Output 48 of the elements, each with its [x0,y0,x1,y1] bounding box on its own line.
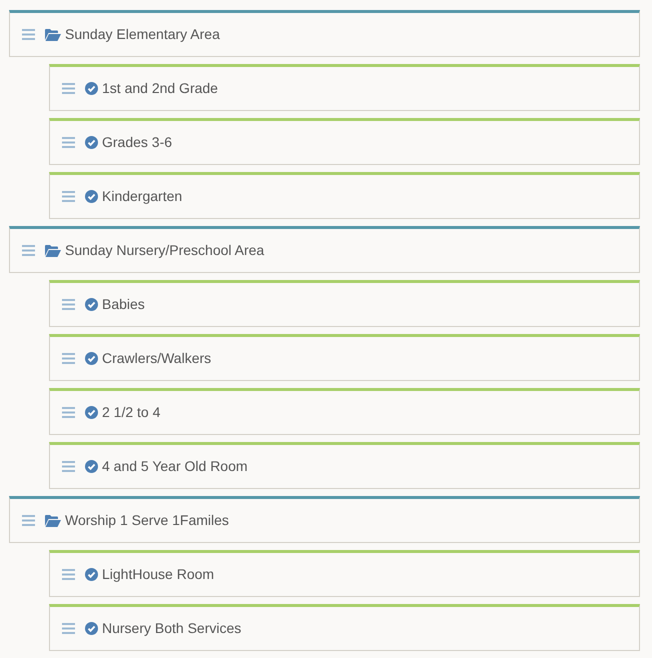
check-circle-icon [85,568,98,581]
check-circle-icon [85,622,98,635]
room-name: Nursery Both Services [102,619,242,638]
check-circle-icon [85,136,98,149]
check-circle-icon [85,460,98,473]
room-row[interactable]: Babies [49,280,640,327]
check-circle-icon [85,406,98,419]
area-name: Sunday Elementary Area [65,25,220,44]
room-name: LightHouse Room [102,565,214,584]
room-row[interactable]: Kindergarten [49,172,640,219]
drag-handle-icon[interactable] [62,461,75,472]
drag-handle-icon[interactable] [22,29,35,40]
drag-handle-icon[interactable] [22,515,35,526]
room-row[interactable]: Nursery Both Services [49,604,640,651]
room-row[interactable]: LightHouse Room [49,550,640,597]
room-name: Crawlers/Walkers [102,349,212,368]
drag-handle-icon[interactable] [62,299,75,310]
room-name: Grades 3-6 [102,133,172,152]
area-row[interactable]: Worship 1 Serve 1Familes [9,496,640,543]
drag-handle-icon[interactable] [62,623,75,634]
open-folder-icon [45,514,61,526]
drag-handle-icon[interactable] [62,137,75,148]
room-row[interactable]: Grades 3-6 [49,118,640,165]
drag-handle-icon[interactable] [22,245,35,256]
room-name: 4 and 5 Year Old Room [102,457,248,476]
area-name: Worship 1 Serve 1Familes [65,511,229,530]
drag-handle-icon[interactable] [62,569,75,580]
open-folder-icon [45,244,61,256]
room-row[interactable]: 4 and 5 Year Old Room [49,442,640,489]
check-circle-icon [85,298,98,311]
room-name: 1st and 2nd Grade [102,79,218,98]
room-row[interactable]: Crawlers/Walkers [49,334,640,381]
drag-handle-icon[interactable] [62,353,75,364]
area-row[interactable]: Sunday Elementary Area [9,10,640,57]
room-name: 2 1/2 to 4 [102,403,160,422]
drag-handle-icon[interactable] [62,83,75,94]
area-row[interactable]: Sunday Nursery/Preschool Area [9,226,640,273]
room-name: Kindergarten [102,187,182,206]
drag-handle-icon[interactable] [62,407,75,418]
room-row[interactable]: 1st and 2nd Grade [49,64,640,111]
room-name: Babies [102,295,145,314]
check-circle-icon [85,352,98,365]
drag-handle-icon[interactable] [62,191,75,202]
open-folder-icon [45,28,61,40]
check-circle-icon [85,82,98,95]
check-circle-icon [85,190,98,203]
room-row[interactable]: 2 1/2 to 4 [49,388,640,435]
area-name: Sunday Nursery/Preschool Area [65,241,264,260]
